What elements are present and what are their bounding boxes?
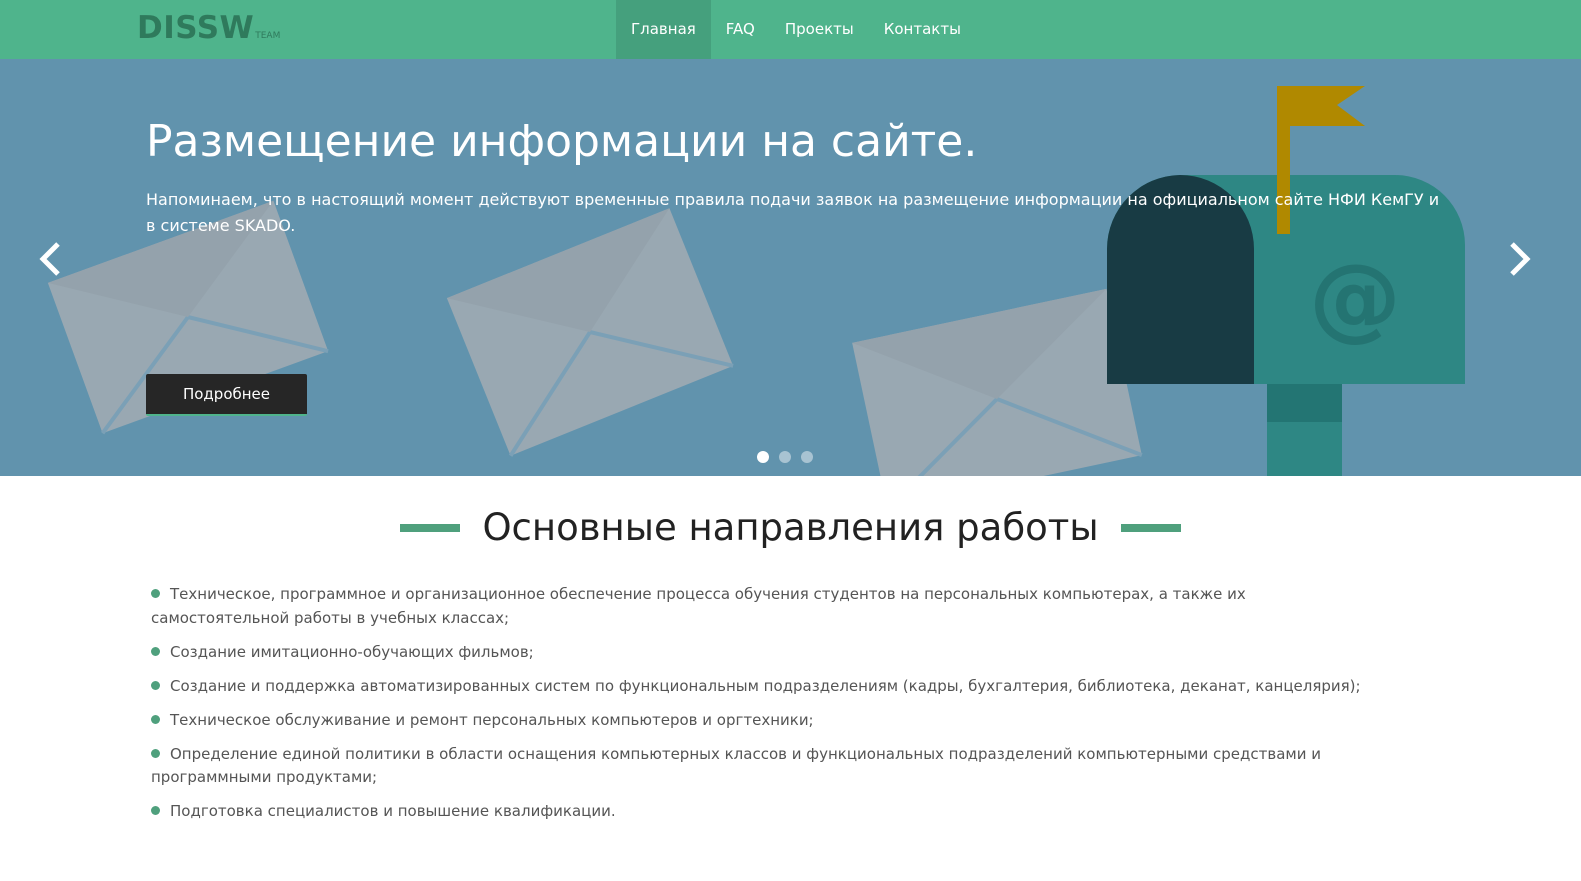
list-item: Техническое обслуживание и ремонт персон… (151, 709, 1381, 733)
directions-list: Техническое, программное и организационн… (151, 583, 1381, 834)
carousel-indicator-2[interactable] (779, 451, 791, 463)
bullet-icon (151, 748, 160, 758)
nav-item-home[interactable]: Главная (616, 0, 711, 59)
list-item: Подготовка специалистов и повышение квал… (151, 800, 1381, 824)
list-item: Создание и поддержка автоматизированных … (151, 675, 1381, 699)
section-heading: Основные направления работы (0, 506, 1581, 549)
list-item: Определение единой политики в области ос… (151, 744, 1321, 786)
brand-name: DISSW (137, 10, 255, 46)
bullet-icon (151, 646, 160, 656)
nav-item-projects[interactable]: Проекты (770, 0, 869, 59)
envelope-icon (446, 208, 734, 457)
chevron-left-icon (39, 242, 60, 276)
read-more-button[interactable]: Подробнее (146, 374, 307, 416)
heading-decoration-left (400, 523, 461, 532)
bullet-icon (151, 806, 160, 815)
hero-description: Напоминаем, что в настоящий момент дейст… (146, 190, 1440, 235)
bullet-icon (151, 589, 160, 598)
nav-item-faq[interactable]: FAQ (711, 0, 770, 59)
bullet-icon (151, 714, 160, 724)
nav-item-contacts[interactable]: Контакты (869, 0, 976, 59)
brand-subtitle: TEAM (255, 31, 281, 41)
top-navbar: DISSWTEAM Главная FAQ Проекты Контакты (0, 0, 1581, 59)
carousel-indicators (757, 451, 813, 463)
list-item: Создание имитационно-обучающих фильмов; (151, 641, 1381, 665)
carousel-indicator-3[interactable] (801, 451, 813, 463)
brand-logo[interactable]: DISSWTEAM (137, 10, 280, 46)
section-title: Основные направления работы (482, 506, 1099, 549)
hero-title: Размещение информации на сайте. (146, 116, 978, 167)
carousel-next-button[interactable] (1499, 239, 1539, 279)
list-item: Техническое, программное и организационн… (151, 585, 1246, 627)
envelope-icon (852, 288, 1143, 476)
heading-decoration-right (1120, 523, 1181, 532)
hero-carousel: @ Размещение информации на сайте. Напоми… (0, 59, 1581, 476)
main-nav: Главная FAQ Проекты Контакты (616, 0, 976, 59)
at-sign-icon: @ (1309, 244, 1401, 351)
chevron-right-icon (1510, 242, 1531, 276)
bullet-icon (151, 680, 160, 690)
carousel-prev-button[interactable] (32, 239, 72, 279)
carousel-indicator-1[interactable] (757, 451, 769, 463)
